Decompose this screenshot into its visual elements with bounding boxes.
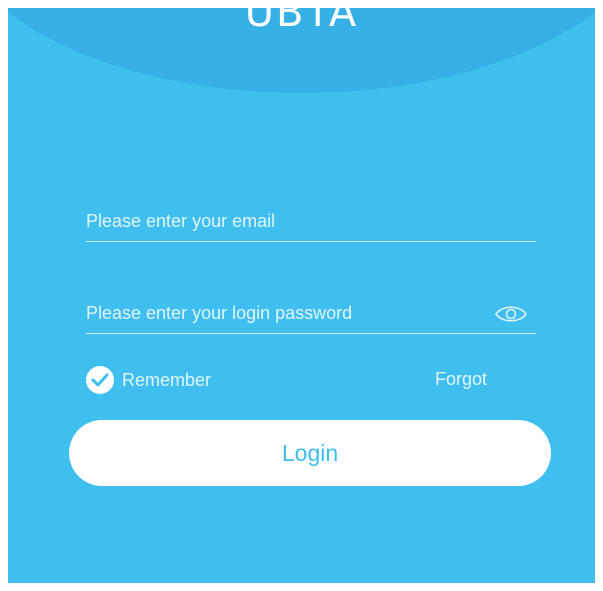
login-button[interactable]: Login <box>69 420 551 486</box>
remember-label: Remember <box>122 369 212 390</box>
password-input[interactable] <box>86 293 476 333</box>
eye-icon[interactable] <box>494 303 528 325</box>
email-input[interactable] <box>86 201 476 241</box>
remember-toggle[interactable]: Remember <box>86 365 211 395</box>
email-field <box>86 201 536 242</box>
app-logo-text: UBTA <box>244 8 359 36</box>
password-field <box>86 293 536 334</box>
login-screen: UBTA Remember Forgot Login <box>8 8 595 583</box>
forgot-password-link[interactable]: Forgot <box>435 369 487 390</box>
check-circle-icon <box>86 366 114 394</box>
